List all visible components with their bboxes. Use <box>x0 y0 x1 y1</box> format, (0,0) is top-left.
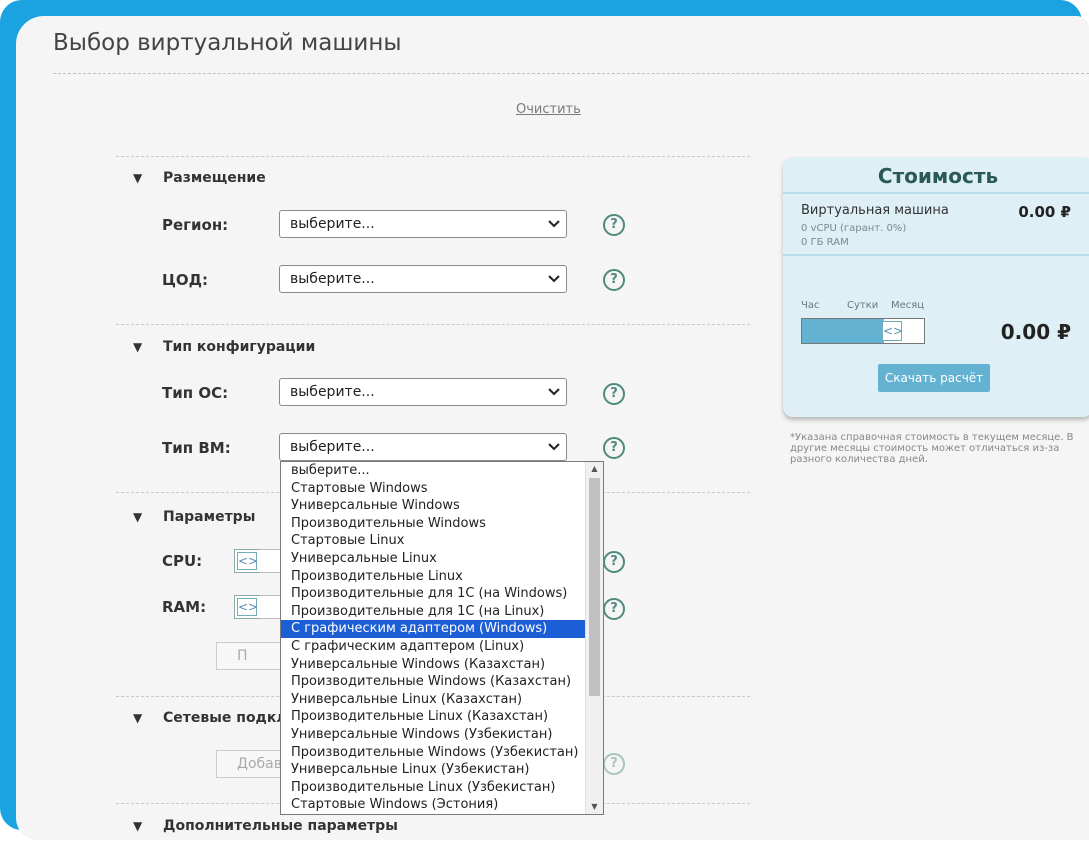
chevron-down-icon <box>548 220 560 228</box>
collapse-icon: ▼ <box>133 510 143 524</box>
cpu-help-icon[interactable]: ? <box>603 551 625 573</box>
region-help-icon[interactable]: ? <box>603 214 625 236</box>
dropdown-option[interactable]: Универсальные Linux <box>281 550 603 568</box>
arrows-icon: <> <box>237 598 259 616</box>
section-config-header[interactable]: ▼ Тип конфигурации <box>133 339 315 355</box>
title-divider <box>53 73 1089 74</box>
cost-note: *Указана справочная стоимость в текущем … <box>790 432 1074 465</box>
page-title: Выбор виртуальной машины <box>53 30 402 56</box>
period-day-label[interactable]: Сутки <box>847 300 878 311</box>
dropdown-option[interactable]: выберите... <box>281 462 603 480</box>
scroll-down-icon[interactable]: ▼ <box>586 800 603 814</box>
section-extra-header[interactable]: ▼ Дополнительные параметры <box>133 818 398 834</box>
os-type-help-icon[interactable]: ? <box>603 383 625 405</box>
dropdown-option[interactable]: С графическим адаптером (Linux) <box>281 638 603 656</box>
scroll-thumb[interactable] <box>589 478 600 696</box>
os-type-select-value: выберите... <box>290 384 375 400</box>
dropdown-options: выберите... Стартовые Windows Универсальны… <box>281 462 603 814</box>
dropdown-option[interactable]: Производительные Windows <box>281 515 603 533</box>
vcpu-summary: 0 vCPU (гарант. 0%) <box>801 223 907 234</box>
arrows-icon: <> <box>237 552 259 570</box>
main-panel: Выбор виртуальной машины Очистить ▼ Разме… <box>16 16 1089 840</box>
ram-label: RAM: <box>162 598 207 616</box>
dropdown-option[interactable]: Производительные Linux (Казахстан) <box>281 708 603 726</box>
dropdown-option[interactable]: Стартовые Windows <box>281 480 603 498</box>
vm-type-dropdown-list[interactable]: выберите... Стартовые Windows Универсальны… <box>280 461 604 815</box>
download-estimate-button[interactable]: Скачать расчёт <box>878 364 990 392</box>
chevron-down-icon <box>548 443 560 451</box>
os-type-label: Тип ОС: <box>162 384 229 402</box>
ram-summary: 0 ГБ RAM <box>801 237 849 248</box>
vm-type-select[interactable]: выберите... <box>279 433 567 461</box>
params-button[interactable]: П <box>216 642 286 670</box>
clear-link[interactable]: Очистить <box>516 102 581 117</box>
dropdown-option[interactable]: Производительные Linux <box>281 568 603 586</box>
cost-divider <box>783 192 1089 194</box>
cost-card: Стоимость Виртуальная машина 0.00 ₽ 0 vC… <box>783 157 1089 417</box>
ram-help-icon[interactable]: ? <box>603 598 625 620</box>
network-help-icon[interactable]: ? <box>603 753 625 775</box>
dropdown-option[interactable]: Универсальные Windows <box>281 497 603 515</box>
vm-type-help-icon[interactable]: ? <box>603 437 625 459</box>
dropdown-scrollbar[interactable]: ▲ ▼ <box>585 462 603 814</box>
collapse-icon: ▼ <box>133 340 143 354</box>
period-hour-label[interactable]: Час <box>801 300 819 311</box>
cpu-label: CPU: <box>162 552 203 570</box>
vm-cost-price: 0.00 ₽ <box>1018 203 1071 221</box>
dropdown-option[interactable]: Стартовые Windows (Эстония) <box>281 796 603 814</box>
section-network-header[interactable]: ▼ Сетевые подкл <box>133 710 287 726</box>
region-select-value: выберите... <box>290 216 375 232</box>
dropdown-option[interactable]: Производительные Linux (Узбекистан) <box>281 779 603 797</box>
period-slider[interactable]: <> <box>801 318 925 344</box>
vm-type-select-value: выберите... <box>290 439 375 455</box>
dropdown-option[interactable]: Стартовые Linux <box>281 532 603 550</box>
section-placement-header[interactable]: ▼ Размещение <box>133 170 266 186</box>
scroll-up-icon[interactable]: ▲ <box>586 462 603 476</box>
os-type-select[interactable]: выберите... <box>279 378 567 406</box>
cpu-stepper[interactable]: <> <box>234 549 260 573</box>
dropdown-option[interactable]: Универсальные Linux (Казахстан) <box>281 691 603 709</box>
vm-cost-label: Виртуальная машина <box>801 203 949 218</box>
cost-title: Стоимость <box>877 164 999 188</box>
dropdown-option[interactable]: Универсальные Windows (Казахстан) <box>281 656 603 674</box>
region-label: Регион: <box>162 216 229 234</box>
slider-fill <box>802 319 884 343</box>
dc-select[interactable]: выберите... <box>279 265 567 293</box>
add-network-button[interactable]: Добав <box>216 750 286 778</box>
dropdown-option[interactable]: Производительные Windows (Казахстан) <box>281 673 603 691</box>
collapse-icon: ▼ <box>133 171 143 185</box>
collapse-icon: ▼ <box>133 711 143 725</box>
dropdown-option[interactable]: Универсальные Linux (Узбекистан) <box>281 761 603 779</box>
period-month-label[interactable]: Месяц <box>891 300 924 311</box>
chevron-down-icon <box>548 388 560 396</box>
section-divider <box>116 156 750 157</box>
ram-stepper[interactable]: <> <box>234 595 260 619</box>
dc-label: ЦОД: <box>162 271 209 289</box>
vm-type-label: Тип ВМ: <box>162 439 231 457</box>
chevron-down-icon <box>548 275 560 283</box>
dropdown-option[interactable]: Универсальные Windows (Узбекистан) <box>281 726 603 744</box>
slider-handle-icon[interactable]: <> <box>882 321 903 341</box>
dropdown-option[interactable]: Производительные для 1С (на Linux) <box>281 603 603 621</box>
cost-divider <box>783 254 1089 256</box>
dc-select-value: выберите... <box>290 271 375 287</box>
region-select[interactable]: выберите... <box>279 210 567 238</box>
section-params-header[interactable]: ▼ Параметры <box>133 509 255 525</box>
total-price: 0.00 ₽ <box>1000 320 1071 344</box>
collapse-icon: ▼ <box>133 819 143 833</box>
dropdown-option[interactable]: С графическим адаптером (Windows) <box>281 620 603 638</box>
section-divider <box>116 324 750 325</box>
dropdown-option[interactable]: Производительные Windows (Узбекистан) <box>281 744 603 762</box>
dc-help-icon[interactable]: ? <box>603 269 625 291</box>
dropdown-option[interactable]: Производительные для 1С (на Windows) <box>281 585 603 603</box>
